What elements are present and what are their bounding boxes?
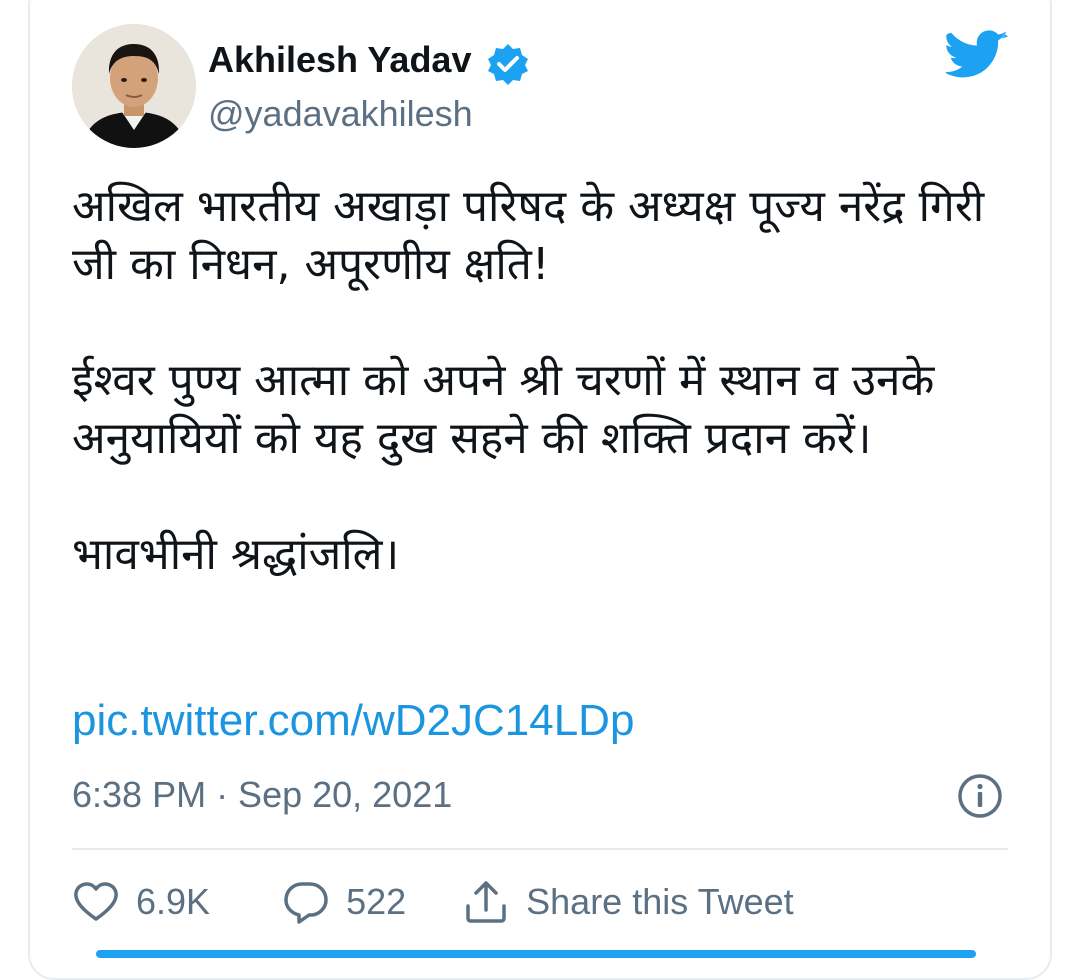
share-button[interactable]: Share this Tweet [462,878,794,926]
twitter-bird-icon[interactable] [943,30,1008,82]
media-link[interactable]: pic.twitter.com/wD2JC14LDp [72,694,634,748]
divider [72,848,1008,850]
info-icon[interactable] [956,772,1004,820]
tweet-actions: 6.9K 522 Share this Tweet [72,872,794,932]
like-button[interactable]: 6.9K [72,878,210,926]
reply-icon [284,882,328,924]
bottom-accent-bar [96,950,976,958]
verified-badge-icon [486,42,530,86]
tweet-paragraph: भावभीनी श्रद्धांजलि। [72,529,400,580]
tweet-paragraph: ईश्वर पुण्य आत्मा को अपने श्री चरणों में… [72,355,935,464]
like-count: 6.9K [136,881,211,922]
share-label: Share this Tweet [526,881,794,922]
avatar[interactable] [72,24,196,148]
heart-icon [74,882,118,921]
author-handle[interactable]: @yadavakhilesh [208,92,473,136]
tweet-text: अखिल भारतीय अखाड़ा परिषद के अध्यक्ष पूज्… [72,178,1012,584]
tweet-paragraph: अखिल भारतीय अखाड़ा परिषद के अध्यक्ष पूज्… [72,181,985,290]
share-icon [466,881,506,923]
reply-count: 522 [346,881,407,922]
reply-button[interactable]: 522 [282,878,406,926]
author-name[interactable]: Akhilesh Yadav [208,38,471,82]
tweet-timestamp[interactable]: 6:38 PM · Sep 20, 2021 [72,772,452,818]
